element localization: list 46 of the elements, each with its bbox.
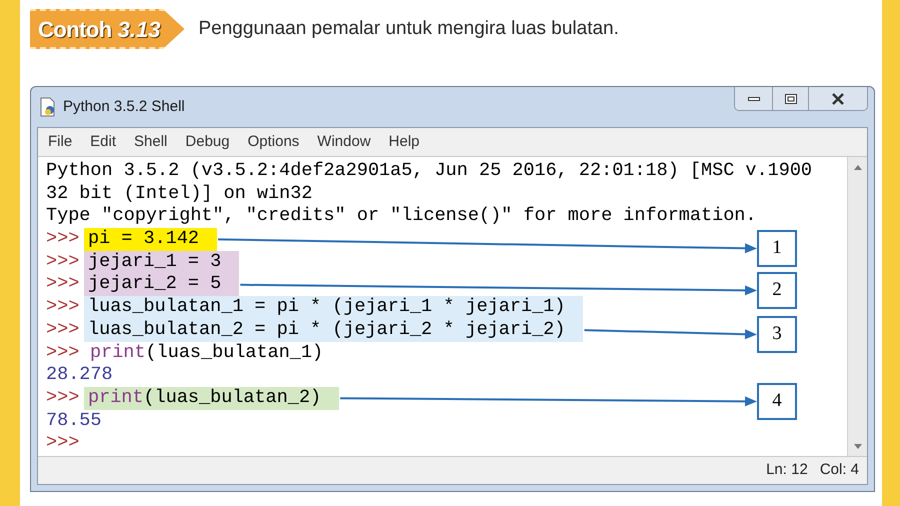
- scroll-up-icon[interactable]: [854, 164, 862, 170]
- output-line: 78.55: [46, 410, 103, 432]
- output-line: Type "copyright", "credits" or "license()" for more information.: [46, 205, 758, 228]
- close-icon: [831, 92, 845, 104]
- maximize-icon: [784, 94, 796, 104]
- scroll-down-icon[interactable]: [854, 444, 862, 448]
- close-button[interactable]: [809, 87, 867, 110]
- prompt: >>>: [46, 250, 80, 274]
- menu-item[interactable]: Shell: [134, 130, 168, 154]
- output-line: Python 3.5.2 (v3.5.2:4def2a2901a5, Jun 25 2016, 22:01:18) [MSC v.1900: [46, 160, 814, 183]
- status-text: Ln: 12: [766, 460, 808, 480]
- code-line: luas_bulatan_1 = pi * (jejari_1 * jejari_1): [88, 296, 566, 319]
- code-line: jejari_2 = 5: [88, 273, 222, 296]
- example-badge: Contoh 3.13: [30, 9, 184, 49]
- minimize-button[interactable]: [735, 87, 773, 110]
- example-caption: Penggunaan pemalar untuk mengira luas bulatan.: [198, 16, 619, 41]
- window-title: Python 3.5.2 Shell: [63, 96, 185, 117]
- callout-number: 4: [757, 383, 797, 420]
- menu-item[interactable]: Edit: [90, 130, 116, 154]
- prompt: >>>: [46, 318, 80, 342]
- menu-item[interactable]: File: [48, 130, 72, 154]
- status-text: Col: 4: [820, 460, 859, 480]
- output-line: 28.278: [46, 364, 114, 387]
- menu-item[interactable]: Window: [317, 130, 371, 154]
- callout-number: 3: [757, 316, 797, 353]
- scrollbar[interactable]: [847, 157, 867, 456]
- prompt: >>>: [46, 228, 80, 251]
- prompt: >>>: [46, 273, 80, 296]
- callout-number: 2: [757, 272, 797, 309]
- code-line: jejari_1 = 3: [88, 250, 222, 274]
- prompt: >>>: [46, 296, 80, 319]
- code-line: print(luas_bulatan_1): [90, 342, 324, 364]
- python-file-icon: [39, 97, 57, 117]
- menu-item[interactable]: Help: [388, 130, 420, 154]
- code-line: luas_bulatan_2 = pi * (jejari_2 * jejari_2): [88, 318, 566, 342]
- output-line: 32 bit (Intel)] on win32: [46, 182, 314, 206]
- maximize-button[interactable]: [773, 87, 809, 110]
- prompt: >>>: [46, 342, 80, 364]
- code-line: print(luas_bulatan_2): [88, 386, 322, 410]
- prompt: >>>: [46, 432, 80, 455]
- menu-item[interactable]: Debug: [185, 130, 230, 154]
- code-line: pi = 3.142: [88, 228, 200, 251]
- menu-item[interactable]: Options: [248, 130, 300, 154]
- prompt: >>>: [46, 386, 80, 410]
- callout-number: 1: [757, 230, 797, 267]
- minimize-icon: [748, 96, 760, 102]
